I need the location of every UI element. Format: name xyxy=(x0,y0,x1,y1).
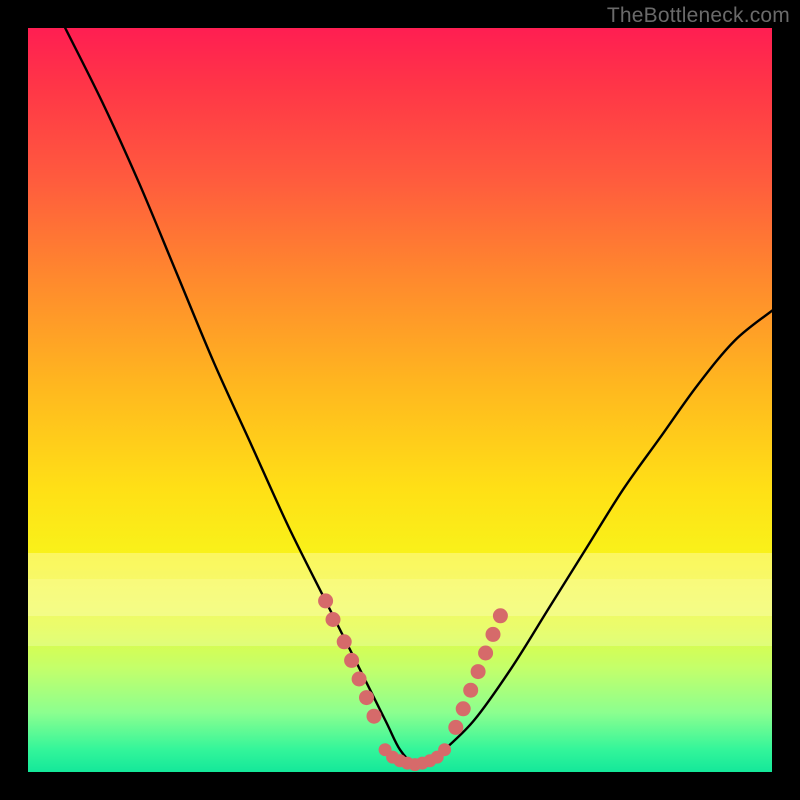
marker-dot xyxy=(352,672,367,687)
marker-dot xyxy=(486,627,501,642)
marker-dot xyxy=(367,709,382,724)
marker-dot xyxy=(344,653,359,668)
marker-dot xyxy=(471,664,486,679)
chart-frame: TheBottleneck.com xyxy=(0,0,800,800)
marker-dot xyxy=(448,720,463,735)
bottleneck-curve-path xyxy=(65,28,772,766)
marker-dot xyxy=(478,646,493,661)
marker-dot xyxy=(463,683,478,698)
marker-group xyxy=(318,593,508,771)
marker-dot xyxy=(438,743,451,756)
watermark-text: TheBottleneck.com xyxy=(607,4,790,28)
chart-svg xyxy=(28,28,772,772)
marker-dot xyxy=(456,701,471,716)
marker-dot xyxy=(493,608,508,623)
marker-dot xyxy=(326,612,341,627)
marker-dot xyxy=(318,593,333,608)
plot-area xyxy=(28,28,772,772)
marker-dot xyxy=(337,634,352,649)
marker-dot xyxy=(359,690,374,705)
